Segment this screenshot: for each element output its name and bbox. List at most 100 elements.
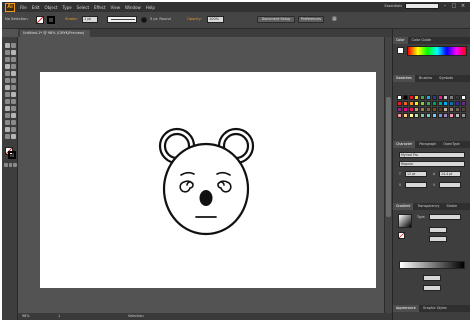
workspace-switcher[interactable]: Essentials bbox=[384, 4, 402, 8]
font-family-field[interactable]: Myriad Pro bbox=[399, 152, 465, 158]
slice-tool-icon[interactable] bbox=[11, 127, 16, 132]
color-swatch[interactable] bbox=[431, 101, 437, 106]
color-swatch[interactable] bbox=[437, 113, 443, 118]
color-swatch[interactable] bbox=[414, 101, 420, 106]
color-swatch[interactable] bbox=[449, 101, 455, 106]
symbol-sprayer-tool-icon[interactable] bbox=[5, 120, 10, 125]
brush-definition[interactable]: 5 pt. Round bbox=[150, 16, 171, 23]
tab-color-guide[interactable]: Color Guide bbox=[409, 37, 434, 44]
color-swatch[interactable] bbox=[420, 101, 426, 106]
color-fill-proxy[interactable] bbox=[397, 47, 404, 54]
tab-opentype[interactable]: OpenType bbox=[440, 141, 462, 148]
color-swatch[interactable] bbox=[455, 95, 460, 100]
artboard[interactable] bbox=[40, 72, 376, 288]
color-swatch[interactable] bbox=[426, 101, 431, 106]
fill-swatch[interactable] bbox=[36, 16, 44, 24]
color-swatch[interactable] bbox=[414, 107, 420, 112]
paintbrush-tool-icon[interactable] bbox=[5, 71, 10, 76]
color-swatch[interactable] bbox=[460, 101, 466, 106]
rotate-tool-icon[interactable] bbox=[5, 85, 10, 90]
color-swatch[interactable] bbox=[449, 113, 455, 118]
menu-select[interactable]: Select bbox=[77, 5, 89, 10]
gradient-location-field[interactable] bbox=[423, 285, 441, 291]
color-swatch[interactable] bbox=[397, 107, 402, 112]
tracking-field[interactable] bbox=[439, 182, 461, 188]
arrange-documents-icon[interactable]: ▦ bbox=[332, 16, 337, 23]
artboard-tool-icon[interactable] bbox=[5, 127, 10, 132]
color-swatch[interactable] bbox=[402, 107, 408, 112]
stroke-proxy-icon[interactable] bbox=[8, 151, 16, 159]
gradient-opacity-field[interactable] bbox=[423, 275, 441, 281]
color-swatch[interactable] bbox=[460, 95, 466, 100]
gradient-slider[interactable] bbox=[399, 261, 465, 269]
gradient-type-select[interactable] bbox=[429, 214, 461, 220]
search-input[interactable] bbox=[405, 3, 439, 9]
type-tool-icon[interactable] bbox=[11, 57, 16, 62]
color-swatch[interactable] bbox=[449, 95, 455, 100]
eyedropper-tool-icon[interactable] bbox=[5, 113, 10, 118]
color-swatch[interactable] bbox=[431, 107, 437, 112]
tab-appearance[interactable]: Appearance bbox=[393, 305, 419, 312]
color-swatch[interactable] bbox=[437, 101, 443, 106]
color-swatch[interactable] bbox=[449, 107, 455, 112]
color-swatch[interactable] bbox=[420, 95, 426, 100]
maximize-icon[interactable]: □ bbox=[451, 3, 457, 9]
color-swatch[interactable] bbox=[408, 101, 414, 106]
none-mode-icon[interactable] bbox=[13, 163, 17, 167]
color-swatch[interactable] bbox=[443, 101, 449, 106]
scale-tool-icon[interactable] bbox=[11, 85, 16, 90]
color-swatch[interactable] bbox=[426, 113, 431, 118]
eraser-tool-icon[interactable] bbox=[11, 78, 16, 83]
menu-window[interactable]: Window bbox=[125, 5, 141, 10]
rectangle-tool-icon[interactable] bbox=[11, 64, 16, 69]
pen-tool-icon[interactable] bbox=[5, 57, 10, 62]
perspective-tool-icon[interactable] bbox=[11, 99, 16, 104]
opacity-field[interactable]: 100% bbox=[207, 16, 224, 23]
font-style-field[interactable]: Regular bbox=[399, 161, 465, 167]
lasso-tool-icon[interactable] bbox=[11, 50, 16, 55]
menu-edit[interactable]: Edit bbox=[32, 5, 40, 10]
menu-object[interactable]: Object bbox=[44, 5, 57, 10]
graph-tool-icon[interactable] bbox=[11, 120, 16, 125]
blend-tool-icon[interactable] bbox=[11, 113, 16, 118]
menu-help[interactable]: Help bbox=[146, 5, 155, 10]
gradient-tool-icon[interactable] bbox=[11, 106, 16, 111]
color-swatch[interactable] bbox=[437, 95, 443, 100]
color-swatch[interactable] bbox=[443, 113, 449, 118]
vertical-scrollbar[interactable] bbox=[384, 37, 392, 313]
leading-field[interactable]: 14.4 pt bbox=[439, 171, 461, 177]
artboard-number[interactable]: 1 bbox=[58, 313, 60, 320]
tab-color[interactable]: Color bbox=[393, 37, 408, 44]
tab-character[interactable]: Character bbox=[393, 141, 416, 148]
stroke-swatch[interactable] bbox=[47, 16, 55, 24]
color-swatch[interactable] bbox=[426, 107, 431, 112]
color-swatch[interactable] bbox=[408, 107, 414, 112]
color-swatch[interactable] bbox=[460, 113, 466, 118]
minimize-icon[interactable]: – bbox=[442, 3, 448, 9]
color-swatch[interactable] bbox=[397, 95, 402, 100]
color-mode-icon[interactable] bbox=[4, 163, 8, 167]
menu-file[interactable]: File bbox=[20, 5, 27, 10]
color-swatch[interactable] bbox=[455, 107, 460, 112]
hand-tool-icon[interactable] bbox=[5, 134, 10, 139]
koala-head[interactable] bbox=[162, 142, 250, 236]
gradient-fill-proxy[interactable] bbox=[398, 232, 405, 239]
menu-type[interactable]: Type bbox=[62, 5, 71, 10]
kerning-field[interactable] bbox=[405, 182, 427, 188]
color-swatch[interactable] bbox=[431, 95, 437, 100]
variable-width-profile[interactable] bbox=[107, 16, 137, 23]
color-swatch[interactable] bbox=[397, 101, 402, 106]
gradient-preview[interactable] bbox=[398, 214, 412, 228]
magic-wand-tool-icon[interactable] bbox=[5, 50, 10, 55]
gradient-angle-field[interactable] bbox=[429, 227, 447, 233]
color-swatch[interactable] bbox=[426, 95, 431, 100]
color-swatch[interactable] bbox=[420, 107, 426, 112]
color-swatch[interactable] bbox=[460, 107, 466, 112]
free-transform-tool-icon[interactable] bbox=[11, 92, 16, 97]
selection-tool-icon[interactable] bbox=[5, 43, 10, 48]
tab-transparency[interactable]: Transparency bbox=[414, 203, 442, 210]
color-swatch[interactable] bbox=[408, 113, 414, 118]
tab-swatches[interactable]: Swatches bbox=[393, 75, 415, 82]
direct-selection-tool-icon[interactable] bbox=[11, 43, 16, 48]
mesh-tool-icon[interactable] bbox=[5, 106, 10, 111]
